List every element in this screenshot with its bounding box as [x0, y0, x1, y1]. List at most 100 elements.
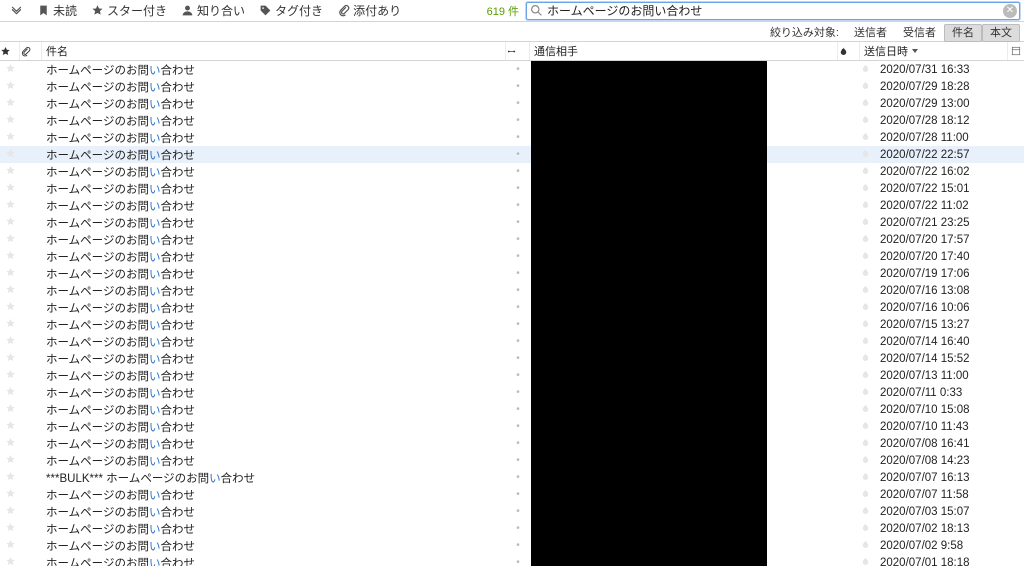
row-star[interactable]: [0, 114, 20, 128]
row-flag-icon[interactable]: [854, 284, 876, 298]
filter-target-recipient[interactable]: 受信者: [895, 24, 944, 42]
message-row[interactable]: ホームページのお問い合わせ•2020/07/02 9:58: [0, 537, 1024, 554]
row-star[interactable]: [0, 199, 20, 213]
row-flag-icon[interactable]: [854, 165, 876, 179]
row-flag-icon[interactable]: [854, 114, 876, 128]
row-flag-icon[interactable]: [854, 488, 876, 502]
row-star[interactable]: [0, 250, 20, 264]
row-flag-icon[interactable]: [854, 505, 876, 519]
search-input[interactable]: [526, 2, 1020, 20]
message-row[interactable]: ホームページのお問い合わせ•2020/07/08 14:23: [0, 452, 1024, 469]
row-star[interactable]: [0, 386, 20, 400]
row-flag-icon[interactable]: [854, 420, 876, 434]
filter-contacts[interactable]: 知り合い: [175, 0, 250, 21]
row-star[interactable]: [0, 539, 20, 553]
message-row[interactable]: ホームページのお問い合わせ•2020/07/22 11:02: [0, 197, 1024, 214]
message-row[interactable]: ホームページのお問い合わせ•2020/07/20 17:57: [0, 231, 1024, 248]
row-star[interactable]: [0, 301, 20, 315]
message-row[interactable]: ホームページのお問い合わせ•2020/07/13 11:00: [0, 367, 1024, 384]
row-star[interactable]: [0, 284, 20, 298]
row-star[interactable]: [0, 182, 20, 196]
message-row[interactable]: ホームページのお問い合わせ•2020/07/14 15:52: [0, 350, 1024, 367]
message-list[interactable]: ホームページのお問い合わせ•2020/07/31 16:33ホームページのお問い…: [0, 61, 1024, 566]
message-row[interactable]: ホームページのお問い合わせ•2020/07/01 18:18: [0, 554, 1024, 566]
row-star[interactable]: [0, 165, 20, 179]
row-star[interactable]: [0, 148, 20, 162]
message-row[interactable]: ホームページのお問い合わせ•2020/07/29 13:00: [0, 95, 1024, 112]
row-star[interactable]: [0, 216, 20, 230]
message-row[interactable]: ホームページのお問い合わせ•2020/07/15 13:27: [0, 316, 1024, 333]
row-flag-icon[interactable]: [854, 386, 876, 400]
filter-starred[interactable]: スター付き: [85, 0, 172, 21]
row-flag-icon[interactable]: [854, 301, 876, 315]
col-header-star[interactable]: [0, 42, 20, 60]
col-header-attachment[interactable]: [20, 42, 42, 60]
filter-target-subject[interactable]: 件名: [944, 24, 982, 42]
row-flag-icon[interactable]: [854, 335, 876, 349]
message-row[interactable]: ホームページのお問い合わせ•2020/07/21 23:25: [0, 214, 1024, 231]
row-flag-icon[interactable]: [854, 539, 876, 553]
row-flag-icon[interactable]: [854, 471, 876, 485]
message-row[interactable]: ホームページのお問い合わせ•2020/07/16 10:06: [0, 299, 1024, 316]
row-flag-icon[interactable]: [854, 454, 876, 468]
filter-unread[interactable]: 未読: [31, 0, 82, 21]
row-flag-icon[interactable]: [854, 63, 876, 77]
col-header-flag[interactable]: [838, 42, 860, 60]
col-header-thread[interactable]: [506, 42, 530, 60]
message-row[interactable]: ホームページのお問い合わせ•2020/07/14 16:40: [0, 333, 1024, 350]
quick-filter-toggle[interactable]: [4, 2, 28, 20]
row-flag-icon[interactable]: [854, 250, 876, 264]
row-flag-icon[interactable]: [854, 148, 876, 162]
col-header-correspondent[interactable]: 通信相手: [530, 42, 838, 60]
message-row[interactable]: ***BULK*** ホームページのお問い合わせ•2020/07/07 16:1…: [0, 469, 1024, 486]
row-flag-icon[interactable]: [854, 199, 876, 213]
message-row[interactable]: ホームページのお問い合わせ•2020/07/10 11:43: [0, 418, 1024, 435]
message-row[interactable]: ホームページのお問い合わせ•2020/07/10 15:08: [0, 401, 1024, 418]
row-flag-icon[interactable]: [854, 318, 876, 332]
message-row[interactable]: ホームページのお問い合わせ•2020/07/22 15:01: [0, 180, 1024, 197]
row-star[interactable]: [0, 522, 20, 536]
row-flag-icon[interactable]: [854, 233, 876, 247]
message-row[interactable]: ホームページのお問い合わせ•2020/07/28 11:00: [0, 129, 1024, 146]
message-row[interactable]: ホームページのお問い合わせ•2020/07/28 18:12: [0, 112, 1024, 129]
message-row[interactable]: ホームページのお問い合わせ•2020/07/19 17:06: [0, 265, 1024, 282]
row-flag-icon[interactable]: [854, 131, 876, 145]
filter-tagged[interactable]: タグ付き: [253, 0, 328, 21]
row-star[interactable]: [0, 97, 20, 111]
message-row[interactable]: ホームページのお問い合わせ•2020/07/11 0:33: [0, 384, 1024, 401]
row-star[interactable]: [0, 80, 20, 94]
row-flag-icon[interactable]: [854, 267, 876, 281]
row-flag-icon[interactable]: [854, 182, 876, 196]
row-flag-icon[interactable]: [854, 437, 876, 451]
col-header-date[interactable]: 送信日時: [860, 42, 1008, 60]
message-row[interactable]: ホームページのお問い合わせ•2020/07/29 18:28: [0, 78, 1024, 95]
row-star[interactable]: [0, 318, 20, 332]
message-row[interactable]: ホームページのお問い合わせ•2020/07/22 22:57: [0, 146, 1024, 163]
col-header-menu[interactable]: [1008, 42, 1024, 60]
message-row[interactable]: ホームページのお問い合わせ•2020/07/08 16:41: [0, 435, 1024, 452]
row-star[interactable]: [0, 420, 20, 434]
row-flag-icon[interactable]: [854, 352, 876, 366]
row-star[interactable]: [0, 63, 20, 77]
row-flag-icon[interactable]: [854, 97, 876, 111]
row-flag-icon[interactable]: [854, 556, 876, 566]
col-header-subject[interactable]: 件名: [42, 42, 506, 60]
message-row[interactable]: ホームページのお問い合わせ•2020/07/02 18:13: [0, 520, 1024, 537]
row-star[interactable]: [0, 556, 20, 566]
row-flag-icon[interactable]: [854, 216, 876, 230]
row-star[interactable]: [0, 471, 20, 485]
message-row[interactable]: ホームページのお問い合わせ•2020/07/07 11:58: [0, 486, 1024, 503]
message-row[interactable]: ホームページのお問い合わせ•2020/07/20 17:40: [0, 248, 1024, 265]
row-star[interactable]: [0, 335, 20, 349]
row-star[interactable]: [0, 267, 20, 281]
row-star[interactable]: [0, 233, 20, 247]
row-star[interactable]: [0, 352, 20, 366]
row-star[interactable]: [0, 437, 20, 451]
filter-target-sender[interactable]: 送信者: [846, 24, 895, 42]
row-star[interactable]: [0, 403, 20, 417]
row-flag-icon[interactable]: [854, 80, 876, 94]
message-row[interactable]: ホームページのお問い合わせ•2020/07/31 16:33: [0, 61, 1024, 78]
row-star[interactable]: [0, 369, 20, 383]
row-star[interactable]: [0, 454, 20, 468]
message-row[interactable]: ホームページのお問い合わせ•2020/07/16 13:08: [0, 282, 1024, 299]
